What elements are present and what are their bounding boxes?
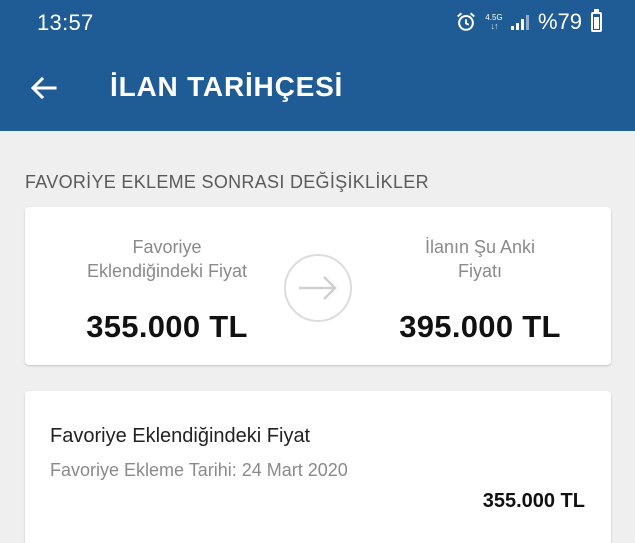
current-price-column: İlanın Şu Anki Fiyatı 395.000 TL xyxy=(355,235,605,345)
history-item-card[interactable]: Favoriye Eklendiğindeki Fiyat Favoriye E… xyxy=(25,391,611,543)
page-title: İLAN TARİHÇESİ xyxy=(110,71,344,102)
current-price-value: 395.000 TL xyxy=(399,309,561,344)
status-icons: 4.5G ↓↑ %79 xyxy=(455,9,602,35)
arrow-right-icon xyxy=(284,254,352,322)
status-bar: 13:57 4.5G ↓↑ %79 xyxy=(0,0,635,46)
current-price-label-line1: İlanın Şu Anki xyxy=(424,237,536,257)
history-item-price: 355.000 TL xyxy=(482,490,585,512)
original-price-label-line2: Eklendiğindeki Fiyat xyxy=(86,261,248,281)
history-item-date: Favoriye Ekleme Tarihi: 24 Mart 2020 xyxy=(50,460,348,480)
original-price-label: Favoriye Eklendiğindeki Fiyat xyxy=(45,235,289,283)
data-arrows-icon: ↓↑ xyxy=(490,21,498,31)
original-price-column: Favoriye Eklendiğindeki Fiyat 355.000 TL xyxy=(45,235,289,345)
history-item-title: Favoriye Eklendiğindeki Fiyat xyxy=(50,425,311,447)
original-price-value: 355.000 TL xyxy=(86,309,248,344)
section-heading: FAVORİYE EKLEME SONRASI DEĞİŞİKLİKLER xyxy=(25,172,429,192)
original-price-label-line1: Favoriye xyxy=(132,237,202,257)
signal-icon xyxy=(510,14,529,30)
current-price-label: İlanın Şu Anki Fiyatı xyxy=(355,235,605,283)
price-comparison-card: Favoriye Eklendiğindeki Fiyat 355.000 TL… xyxy=(25,207,611,365)
back-arrow-icon[interactable] xyxy=(28,72,60,104)
network-icon: 4.5G ↓↑ xyxy=(485,14,502,31)
battery-percentage: %79 xyxy=(537,9,582,34)
current-price-label-line2: Fiyatı xyxy=(457,261,502,281)
status-time: 13:57 xyxy=(37,10,94,35)
battery-icon xyxy=(591,9,602,32)
app-bar: İLAN TARİHÇESİ xyxy=(0,46,635,131)
alarm-icon xyxy=(457,12,475,31)
